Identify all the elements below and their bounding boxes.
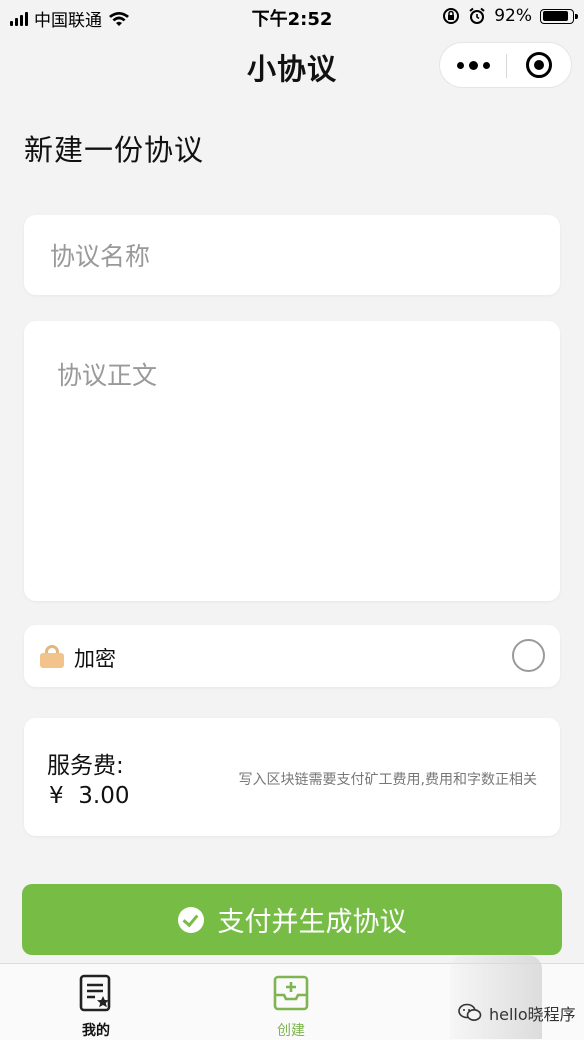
watermark: hello晓程序 xyxy=(458,1001,576,1025)
pay-and-create-button[interactable]: 支付并生成协议 xyxy=(22,884,562,955)
service-fee-card: 服务费: ¥ 3.00 写入区块链需要支付矿工费用,费用和字数正相关 xyxy=(24,718,560,836)
status-bar-right: 92% xyxy=(442,6,578,26)
lock-icon xyxy=(40,645,64,668)
watermark-text: hello晓程序 xyxy=(489,1005,576,1024)
tab-create[interactable]: 创建 xyxy=(236,964,346,1040)
page-title: 新建一份协议 xyxy=(24,133,205,167)
more-menu-button[interactable] xyxy=(440,43,506,87)
agreement-name-input[interactable] xyxy=(48,237,532,275)
miniprogram-capsule xyxy=(439,42,572,88)
nav-bar: 小协议 xyxy=(0,34,584,96)
tab-mine-label: 我的 xyxy=(82,1023,110,1039)
document-star-icon xyxy=(79,974,111,1012)
wechat-channel-icon xyxy=(458,1003,482,1021)
agreement-name-card xyxy=(24,215,560,295)
close-miniprogram-button[interactable] xyxy=(526,52,552,78)
service-fee-note: 写入区块链需要支付矿工费用,费用和字数正相关 xyxy=(238,772,537,788)
tab-mine[interactable]: 我的 xyxy=(41,964,151,1040)
agreement-body-card xyxy=(24,321,560,601)
service-fee-label: 服务费: xyxy=(47,753,124,779)
battery-icon xyxy=(540,8,578,24)
battery-percent: 92% xyxy=(494,6,532,26)
status-bar: 中国联通 下午2:52 92% xyxy=(0,0,584,34)
rotation-lock-icon xyxy=(443,8,460,24)
watermark-shade xyxy=(450,955,542,1039)
alarm-icon xyxy=(469,7,485,24)
pay-button-label: 支付并生成协议 xyxy=(217,907,407,938)
encrypt-radio[interactable] xyxy=(512,639,545,672)
wechat-pay-icon xyxy=(177,906,204,933)
encrypt-row: 加密 xyxy=(24,625,560,687)
agreement-body-textarea[interactable] xyxy=(55,354,529,578)
capsule-divider xyxy=(506,54,507,78)
service-fee-amount: ¥ 3.00 xyxy=(49,783,130,809)
tab-create-label: 创建 xyxy=(277,1023,305,1039)
encrypt-label: 加密 xyxy=(74,647,116,671)
more-dots-icon xyxy=(456,61,464,69)
create-tray-icon xyxy=(273,975,309,1011)
